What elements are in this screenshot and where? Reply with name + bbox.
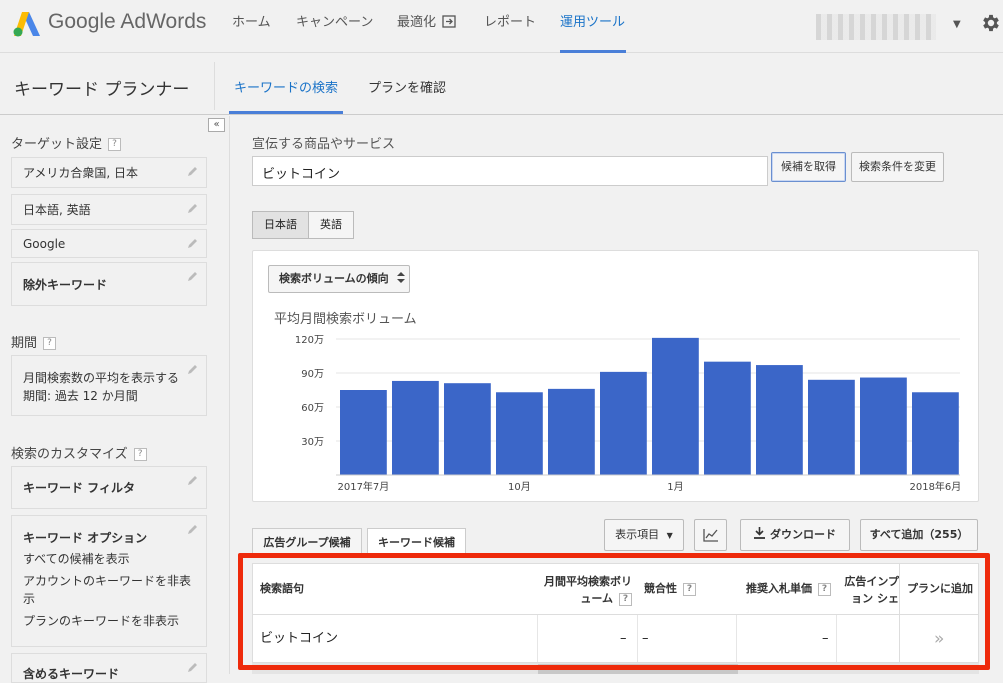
adwords-logo-icon[interactable] [12,10,42,38]
target-network-label: Google [23,237,66,251]
option-hide-plan-keywords: プランのキーワードを非表示 [23,614,180,628]
period-line1: 月間検索数の平均を表示する [23,371,180,385]
trend-select[interactable]: 検索ボリュームの傾向 [268,265,410,293]
option-hide-account-keywords: アカウントのキーワードを非表示 [23,574,192,606]
x-tick-label: 2018年6月 [909,480,960,493]
y-tick-label: 90万 [301,369,324,380]
chart-bar[interactable] [652,337,699,475]
pencil-icon[interactable] [187,202,199,214]
target-location[interactable]: アメリカ合衆国, 日本 [11,157,207,188]
help-icon[interactable]: ? [133,448,147,461]
x-tick-label: 1月 [667,481,683,493]
download-button[interactable]: ダウンロード [740,519,850,551]
chart-bar[interactable] [392,380,439,475]
keyword-filter[interactable]: キーワード フィルタ [11,466,207,509]
tab-keyword-ideas[interactable]: キーワード候補 [367,528,466,556]
chart-bar[interactable] [340,390,387,475]
chart-bar[interactable] [600,371,647,475]
nav-home[interactable]: ホーム [232,0,271,53]
help-icon[interactable]: ? [108,138,122,151]
highlight-annotation [238,553,990,670]
add-all-button[interactable]: すべて追加（255） [860,519,978,551]
language-ja-button[interactable]: 日本語 [253,212,309,238]
tab-review-plan[interactable]: プランを確認 [368,77,446,96]
y-tick-label: 30万 [301,437,324,448]
gear-icon[interactable] [980,12,1002,34]
external-link-icon [442,15,456,28]
chart-bar[interactable] [548,388,595,475]
nav-reports[interactable]: レポート [484,0,536,53]
app-name[interactable]: Google AdWords [48,10,206,34]
target-location-label: アメリカ合衆国, 日本 [23,166,139,180]
nav-optimize-label: 最適化 [397,15,437,30]
pencil-icon[interactable] [187,661,199,673]
chart-title: 平均月間検索ボリューム [274,312,417,327]
include-keywords[interactable]: 含めるキーワード [11,653,207,683]
language-toggle: 日本語 英語 [252,211,354,239]
columns-button[interactable]: 表示項目 ▼ [604,519,684,551]
chart-toggle-button[interactable] [694,519,727,551]
chart-bar[interactable] [704,361,751,475]
active-tab-indicator [229,111,343,114]
target-language[interactable]: 日本語, 英語 [11,194,207,225]
pencil-icon[interactable] [187,363,199,375]
modify-search-button[interactable]: 検索条件を変更 [851,152,944,182]
keyword-options[interactable]: キーワード オプション すべての候補を表示 アカウントのキーワードを非表示 プラ… [11,515,207,647]
help-icon[interactable]: ? [43,337,57,350]
sort-arrows-icon [396,272,405,283]
include-keywords-label: 含めるキーワード [23,667,120,681]
tab-keyword-search[interactable]: キーワードの検索 [234,77,338,96]
chart-bar[interactable] [808,379,855,475]
target-language-label: 日本語, 英語 [23,203,91,217]
period-line2: 期間: 過去 12 か月間 [23,389,138,403]
customize-section-title: 検索のカスタマイズ? [11,443,147,462]
product-label: 宣伝する商品やサービス [252,137,396,152]
product-input[interactable]: ビットコイン [252,156,768,186]
pencil-icon[interactable] [187,270,199,282]
customize-title: 検索のカスタマイズ [11,447,128,462]
account-name-blurred[interactable] [816,14,936,40]
keyword-filter-label: キーワード フィルタ [23,481,135,495]
period-title: 期間 [11,336,38,351]
download-icon [754,527,765,539]
chevron-down-icon: ▼ [666,531,673,540]
pencil-icon[interactable] [187,237,199,249]
collapse-sidebar-button[interactable]: « [208,118,225,132]
columns-label: 表示項目 [615,528,660,541]
option-show-all: すべての候補を表示 [23,552,130,566]
trend-select-label: 検索ボリュームの傾向 [279,272,389,285]
chart-bar[interactable] [912,392,959,475]
target-title: ターゲット設定 [11,137,103,152]
x-tick-label: 2017年7月 [337,480,389,493]
chart-bar[interactable] [444,383,491,475]
chart-bar[interactable] [860,377,907,475]
y-tick-label: 60万 [301,403,324,414]
download-label: ダウンロード [770,528,836,541]
keyword-options-title: キーワード オプション [23,531,148,545]
nav-tools[interactable]: 運用ツール [560,0,626,53]
x-tick-label: 10月 [508,481,531,493]
chart-bar[interactable] [756,365,803,475]
account-dropdown-icon[interactable]: ▼ [953,19,961,30]
y-tick-label: 120万 [295,335,324,346]
language-en-button[interactable]: 英語 [309,212,353,238]
negative-keywords-label: 除外キーワード [23,278,108,292]
target-network[interactable]: Google [11,229,207,258]
page-title: キーワード プランナー [14,80,190,100]
header-divider [214,62,215,110]
nav-campaigns[interactable]: キャンペーン [296,0,373,53]
period-box[interactable]: 月間検索数の平均を表示する 期間: 過去 12 か月間 [11,355,207,416]
get-ideas-button[interactable]: 候補を取得 [771,152,846,182]
negative-keywords[interactable]: 除外キーワード [11,262,207,306]
pencil-icon[interactable] [187,165,199,177]
nav-optimize[interactable]: 最適化 [397,0,456,53]
pencil-icon[interactable] [187,523,199,535]
line-chart-icon [702,529,718,542]
target-section-title: ターゲット設定? [11,133,122,152]
tab-ad-group-ideas[interactable]: 広告グループ候補 [252,528,362,556]
chart-bar[interactable] [496,392,543,475]
pencil-icon[interactable] [187,474,199,486]
period-section-title: 期間? [11,332,57,351]
volume-chart[interactable]: 30万 60万 90万 120万 2017年7月 10月 1月 2018年6月 [270,330,960,498]
